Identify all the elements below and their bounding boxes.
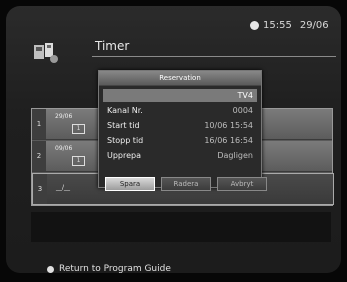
field-label: Upprepa [107,151,142,160]
field-row[interactable]: Stopp tid 16/06 16:54 [103,134,257,147]
row-date: __/__ [56,184,71,191]
clock-icon [250,21,259,30]
dialog-body: TV4 Kanal Nr. 0004 Start tid 10/06 15:54… [103,89,267,191]
row-number: 1 [32,109,46,139]
row-type-icon: 1 [72,124,85,134]
channel-name[interactable]: TV4 [103,89,257,102]
field-label: Start tid [107,121,140,130]
save-button[interactable]: Spara [105,177,155,191]
cancel-button[interactable]: Avbryt [217,177,267,191]
clock-date: 29/06 [299,20,329,31]
field-row[interactable]: Upprepa Dagligen [103,149,257,162]
return-label: Return to Program Guide [59,264,171,274]
delete-button[interactable]: Radera [161,177,211,191]
field-value: 16/06 16:54 [204,136,253,145]
field-row[interactable]: Start tid 10/06 15:54 [103,119,257,132]
tv-screen: 15:55 29/06 Timer 1 29/06 1 1 3 2 09/06 … [0,0,347,282]
field-value: 0004 [232,106,253,115]
field-value: Dagligen [217,151,253,160]
footer-hint[interactable]: Return to Program Guide [47,264,171,274]
info-bar [31,212,331,242]
clock: 15:55 29/06 [250,20,329,31]
field-value: 10/06 15:54 [204,121,253,130]
clock-time: 15:55 [263,20,292,31]
field-row[interactable]: Kanal Nr. 0004 [103,104,257,117]
timer-icon [34,43,58,63]
field-label: Kanal Nr. [107,106,143,115]
row-type-icon: 1 [72,156,85,166]
row-date: 29/06 [55,113,73,120]
dialog-title: Reservation [99,71,261,86]
row-date: 09/06 [55,145,73,152]
field-label: Stopp tid [107,136,144,145]
dialog-buttons: Spara Radera Avbryt [105,177,267,191]
button-dot-icon [47,265,54,273]
row-number: 3 [33,174,47,204]
reservation-dialog: Reservation TV4 Kanal Nr. 0004 Start tid… [98,70,267,191]
title-divider [92,56,336,57]
row-number: 2 [32,141,46,171]
page-title: Timer [95,39,130,53]
